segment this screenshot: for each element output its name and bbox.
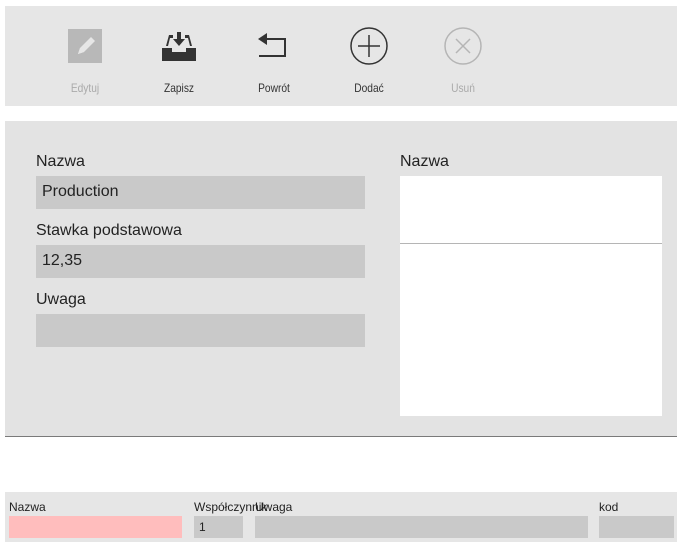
save-label: Zapisz — [163, 81, 195, 95]
grid-cell-code[interactable] — [599, 516, 674, 538]
save-button[interactable]: Zapisz — [139, 6, 219, 106]
close-circle-icon — [444, 27, 482, 65]
col-header-note: Uwaga — [255, 500, 293, 514]
delete-button[interactable]: Usuń — [423, 6, 503, 106]
grid-cell-note[interactable] — [255, 516, 588, 538]
edit-button[interactable]: Edytuj — [45, 6, 125, 106]
back-label: Powrót — [258, 81, 290, 95]
list-header: Nazwa — [400, 153, 449, 170]
rate-label: Stawka podstawowa — [36, 222, 182, 239]
note-label: Uwaga — [36, 291, 86, 308]
name-listbox[interactable] — [400, 176, 662, 416]
back-button[interactable]: Powrót — [234, 6, 314, 106]
toolbar: Edytuj Zapisz Powrót Dodać Usuń — [5, 6, 677, 106]
rate-field[interactable]: 12,35 — [36, 245, 365, 278]
note-field[interactable] — [36, 314, 365, 347]
add-label: Dodać — [354, 81, 384, 95]
edit-label: Edytuj — [70, 81, 100, 95]
add-button[interactable]: Dodać — [329, 6, 409, 106]
inbox-save-icon — [162, 32, 196, 61]
grid: Nazwa Współczynnik Uwaga kod 1 — [5, 492, 677, 542]
name-label: Nazwa — [36, 153, 85, 170]
name-field[interactable]: Production — [36, 176, 365, 209]
back-arrow-icon — [258, 33, 286, 57]
grid-cell-name[interactable] — [9, 516, 182, 538]
col-header-name: Nazwa — [9, 500, 46, 514]
grid-cell-coefficient[interactable]: 1 — [194, 516, 243, 538]
list-item[interactable] — [400, 176, 662, 244]
col-header-code: kod — [599, 500, 619, 514]
form-panel: Nazwa Production Stawka podstawowa 12,35… — [5, 121, 677, 437]
plus-circle-icon — [350, 27, 388, 65]
pencil-icon — [68, 29, 102, 63]
delete-label: Usuń — [451, 81, 475, 95]
